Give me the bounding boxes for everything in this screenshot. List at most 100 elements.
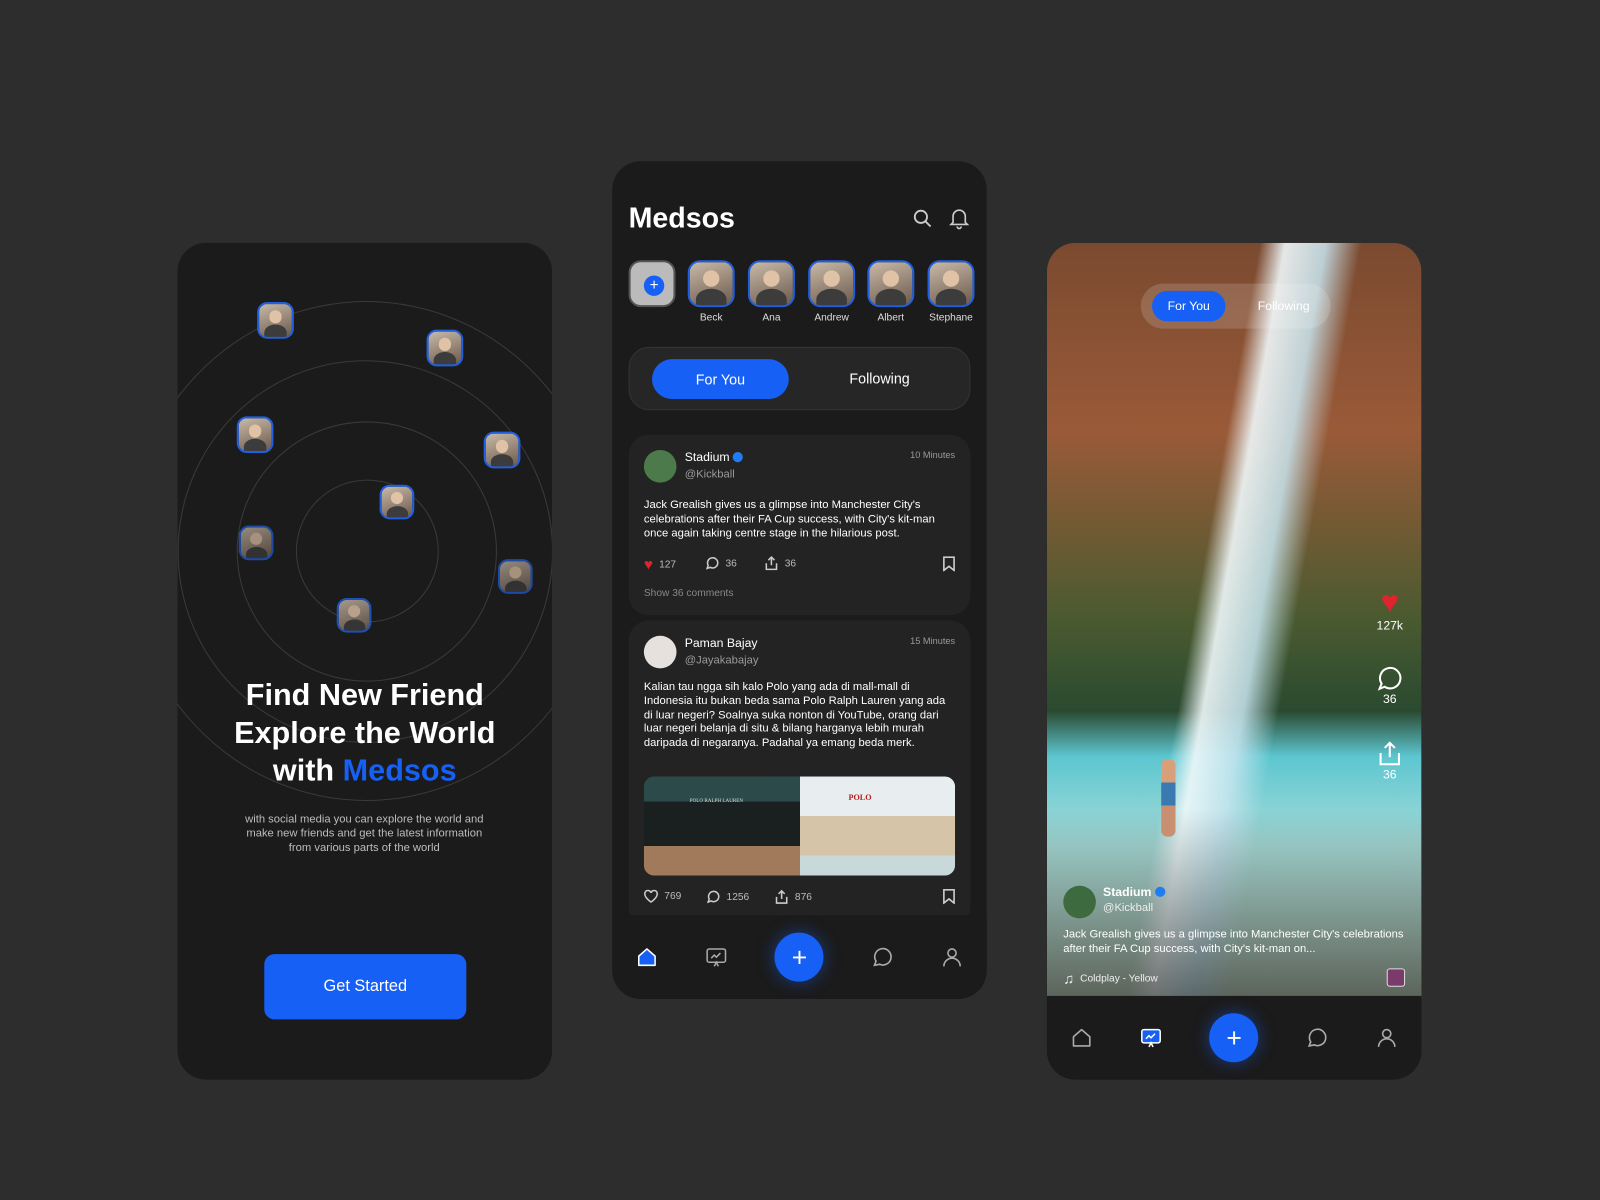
avatar — [336, 597, 372, 633]
post-card: Paman Bajay @Jayakabajay 15 Minutes Kali… — [628, 620, 971, 927]
story-item[interactable]: Beck — [687, 260, 735, 324]
share-count: 36 — [784, 557, 797, 569]
music-note-icon: ♫ — [1063, 970, 1074, 987]
share-icon — [775, 889, 788, 904]
video-caption: Jack Grealish gives us a glimpse into Ma… — [1063, 928, 1404, 956]
author-name[interactable]: Stadium — [685, 450, 730, 464]
profile-icon[interactable] — [941, 946, 963, 968]
avatar — [1063, 885, 1096, 919]
author-name[interactable]: Paman Bajay — [685, 636, 758, 650]
share-count: 876 — [794, 891, 812, 903]
trending-icon[interactable] — [705, 946, 727, 968]
bookmark-icon[interactable] — [943, 556, 955, 572]
heart-icon — [644, 889, 658, 903]
profile-icon[interactable] — [1375, 1027, 1397, 1049]
add-story-button[interactable]: + — [628, 260, 676, 308]
story-name: Albert — [877, 312, 905, 324]
tab-following[interactable]: Following — [1243, 291, 1325, 322]
title-line: Explore the World — [234, 716, 496, 750]
author-handle: @Kickball — [1103, 902, 1154, 915]
bookmark-icon[interactable] — [943, 888, 955, 905]
title-with: with — [272, 754, 335, 788]
comment-button[interactable]: 1256 — [706, 890, 749, 904]
like-button[interactable]: ♥ 127k — [1369, 585, 1410, 633]
tab-for-you[interactable]: For You — [652, 359, 789, 399]
verified-icon — [733, 452, 744, 463]
share-icon — [1379, 741, 1400, 766]
story-name: Ana — [762, 312, 781, 324]
author-handle: @Kickball — [684, 468, 735, 481]
chat-icon[interactable] — [1306, 1027, 1328, 1049]
share-button[interactable]: 36 — [764, 556, 797, 571]
tab-following[interactable]: Following — [813, 359, 946, 399]
verified-icon — [1154, 886, 1165, 897]
tab-for-you[interactable]: For You — [1152, 290, 1226, 322]
story-name: Beck — [699, 312, 723, 324]
post-card: Stadium @Kickball 10 Minutes Jack Greali… — [628, 434, 971, 616]
comment-count: 1256 — [726, 891, 750, 903]
chat-icon[interactable] — [871, 946, 893, 968]
heart-icon: ♥ — [643, 556, 653, 574]
comment-count: 36 — [1382, 691, 1397, 707]
avatar — [257, 302, 294, 339]
onboarding-title: Find New Friend Explore the World with M… — [178, 677, 552, 790]
story-name: Andrew — [814, 312, 849, 324]
avatar — [236, 416, 274, 454]
person-figure — [1161, 759, 1176, 837]
get-started-button[interactable]: Get Started — [264, 954, 467, 1020]
onboarding-screen: Find New Friend Explore the World with M… — [177, 242, 553, 1080]
bell-icon[interactable] — [949, 207, 970, 230]
like-count: 127k — [1376, 618, 1404, 633]
brand-name: Medsos — [342, 754, 457, 788]
comment-button[interactable]: 36 — [1369, 665, 1410, 706]
trending-icon[interactable] — [1140, 1027, 1162, 1049]
avatar — [643, 635, 677, 669]
author-handle: @Jayakabajay — [684, 654, 759, 667]
plus-icon: + — [1226, 1021, 1242, 1053]
share-button[interactable]: 36 — [1369, 741, 1410, 782]
post-time: 10 Minutes — [910, 449, 956, 461]
avatar — [426, 329, 464, 367]
bottom-nav: + — [612, 915, 987, 999]
video-screen: For You Following ♥ 127k 36 36 Stadium @K… — [1046, 242, 1422, 1080]
create-post-button[interactable]: + — [1209, 1013, 1259, 1063]
album-thumbnail[interactable] — [1386, 968, 1406, 987]
show-comments-link[interactable]: Show 36 comments — [644, 588, 734, 599]
avatar — [483, 431, 521, 469]
share-button[interactable]: 876 — [774, 889, 812, 904]
comment-button[interactable]: 36 — [705, 556, 737, 570]
avatar — [497, 559, 533, 594]
post-text: Kalian tau ngga sih kalo Polo yang ada d… — [643, 680, 946, 750]
author-name[interactable]: Stadium — [1103, 885, 1151, 899]
story-item[interactable]: Albert — [867, 260, 915, 324]
story-item[interactable]: Andrew — [808, 260, 856, 324]
home-icon[interactable] — [636, 946, 658, 968]
app-title: Medsos — [628, 202, 735, 234]
title-line: Find New Friend — [245, 678, 484, 713]
post-time: 15 Minutes — [910, 635, 956, 646]
comment-icon — [706, 890, 720, 904]
like-count: 127 — [659, 559, 677, 571]
video-tabs: For You Following — [1140, 283, 1331, 329]
home-icon[interactable] — [1070, 1027, 1092, 1049]
like-button[interactable]: 769 — [644, 889, 681, 903]
post-image[interactable]: POLO RALPH LAUREN POLO — [643, 776, 956, 876]
plus-icon: + — [643, 275, 665, 296]
story-item[interactable]: Stephane — [927, 260, 975, 324]
search-icon[interactable] — [912, 208, 932, 228]
feed-screen: Medsos + Beck Ana Andrew Albert Stephane… — [612, 161, 987, 999]
post-text: Jack Grealish gives us a glimpse into Ma… — [643, 498, 935, 540]
comment-icon — [1377, 666, 1402, 691]
like-button[interactable]: ♥ 127 — [644, 556, 676, 573]
onboarding-description: with social media you can explore the wo… — [245, 813, 484, 855]
music-info[interactable]: ♫ Coldplay - Yellow — [1063, 970, 1158, 986]
story-name: Stephane — [929, 312, 973, 324]
store-sign: POLO — [848, 792, 872, 803]
plus-icon: + — [791, 941, 808, 972]
feed-tabs: For You Following — [628, 346, 971, 411]
comment-icon — [705, 557, 719, 570]
create-post-button[interactable]: + — [774, 932, 824, 982]
story-item[interactable]: Ana — [747, 260, 795, 324]
share-count: 36 — [1382, 767, 1397, 782]
heart-icon: ♥ — [1380, 585, 1399, 620]
